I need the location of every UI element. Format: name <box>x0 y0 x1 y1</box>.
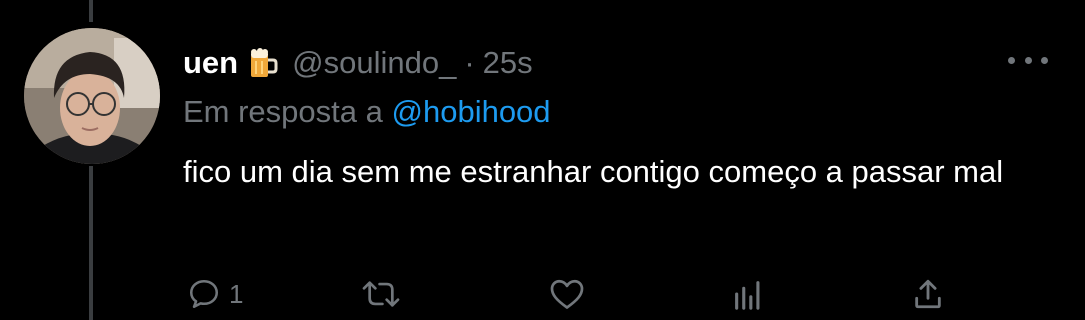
share-button[interactable] <box>911 274 945 314</box>
analytics-icon <box>735 281 760 310</box>
beer-mug-icon <box>248 47 278 79</box>
separator-dot: · <box>464 45 475 80</box>
analytics-button[interactable] <box>731 274 765 314</box>
share-icon <box>915 279 941 309</box>
thread-line-top <box>89 0 93 22</box>
tweet-text: fico um dia sem me estranhar contigo com… <box>183 154 1004 189</box>
tweet-header: uen @soulindo_ · 25s <box>183 40 1025 86</box>
avatar[interactable] <box>24 28 160 164</box>
more-options-button[interactable] <box>1008 48 1048 72</box>
retweet-icon <box>362 281 400 307</box>
reply-button[interactable]: 1 <box>187 274 243 314</box>
more-dot-icon <box>1024 56 1032 64</box>
reply-prefix: Em resposta a <box>183 94 383 129</box>
reply-mention-link[interactable]: @hobihood <box>392 94 551 129</box>
reply-count: 1 <box>229 278 244 309</box>
tweet-content: uen @soulindo_ · 25s Em resposta a @hobi… <box>183 40 1025 194</box>
more-dot-icon <box>1008 56 1015 64</box>
reply-context: Em resposta a @hobihood <box>183 90 1025 134</box>
user-handle[interactable]: @soulindo_ <box>292 45 456 81</box>
more-dot-icon <box>1041 56 1048 64</box>
tweet-timestamp[interactable]: 25s <box>483 45 533 81</box>
display-name[interactable]: uen <box>183 45 238 81</box>
like-icon <box>550 279 584 309</box>
retweet-button[interactable] <box>361 274 401 314</box>
thread-line-bottom <box>89 166 93 320</box>
reply-icon <box>189 279 219 309</box>
avatar-image <box>24 28 160 164</box>
like-button[interactable] <box>549 274 585 314</box>
